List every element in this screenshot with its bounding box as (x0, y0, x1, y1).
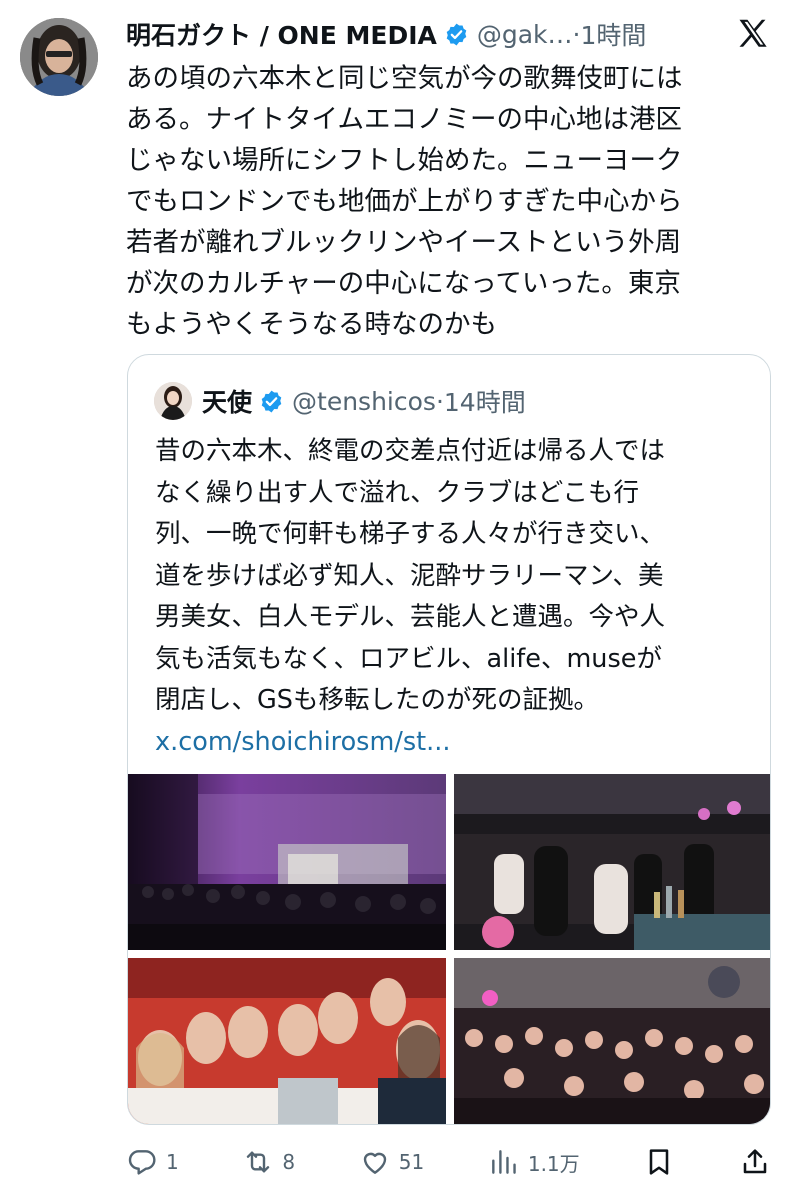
group-selfie-photo (128, 958, 446, 1124)
quoted-text-line: 気も活気もなく、ロアビル、alife、museが (155, 643, 662, 674)
verified-badge-icon (446, 23, 467, 45)
reply-count: 1 (166, 1150, 179, 1174)
bookmark-icon (650, 1149, 669, 1175)
verified-badge-icon (261, 390, 282, 412)
repost-icon (247, 1151, 270, 1173)
separator-dot: · (435, 386, 444, 416)
repost-button[interactable]: 8 (242, 1146, 295, 1178)
media-image-group-selfie[interactable] (128, 958, 446, 1124)
tweet-text-line: でもロンドンでも地価が上がりすぎた中心から (126, 186, 683, 217)
share-button[interactable] (739, 1146, 771, 1178)
quoted-text-line: 道を歩けば必ず知人、泥酔サラリーマン、美 (155, 560, 664, 591)
quoted-tweet-time: 14時間 (443, 388, 526, 417)
x-logo-icon[interactable] (735, 16, 771, 52)
tweet-text-line: あの頃の六本木と同じ空気が今の歌舞伎町には (126, 63, 683, 94)
bookmark-button[interactable] (643, 1146, 675, 1178)
author-handle[interactable]: @gak… (477, 20, 573, 49)
tweet-text: あの頃の六本木と同じ空気が今の歌舞伎町には ある。ナイトタイムエコノミーの中心地… (126, 58, 766, 345)
avatar-image (20, 18, 98, 96)
tweet-text-line: じゃない場所にシフトし始めた。ニューヨーク (126, 145, 683, 176)
quoted-text-line: 列、一晩で何軒も梯子する人々が行き交い、 (155, 519, 666, 549)
club-entrance-photo (128, 774, 446, 950)
quoted-tweet-header: 天使 @tenshicos · 14時間 (154, 379, 526, 423)
separator-dot: · (572, 19, 581, 49)
media-image-club-entrance[interactable] (128, 774, 446, 950)
repost-count: 8 (282, 1150, 296, 1174)
action-bar: 1 8 51 1.1万 (126, 1140, 771, 1184)
tweet-time[interactable]: 1時間 (580, 16, 646, 52)
reply-icon (128, 1150, 156, 1175)
quoted-text-line: 男美女、白人モデル、芸能人と遭遇。今や人 (155, 602, 666, 632)
tweet-text-line: 若者が離れブルックリンやイーストという外周 (126, 227, 682, 258)
media-image-bar-interior[interactable] (454, 774, 770, 950)
tweet-text-line: ある。ナイトタイムエコノミーの中心地は港区 (126, 104, 682, 135)
tweet-text-line: が次のカルチャーの中心になっていった。東京 (126, 268, 681, 299)
quoted-tweet-text: 昔の六本木、終電の交差点付近は帰る人では なく繰り出す人で溢れ、クラブはどこも行… (155, 431, 755, 763)
media-image-dance-floor[interactable] (454, 958, 770, 1124)
quoted-avatar-image (154, 382, 192, 420)
quoted-link[interactable]: x.com/shoichirosm/st... (155, 722, 755, 764)
quoted-text-line: なく繰り出す人で溢れ、クラブはどこも行 (155, 477, 639, 508)
reply-button[interactable]: 1 (126, 1146, 179, 1178)
dance-floor-photo (454, 958, 770, 1124)
heart-icon (363, 1152, 386, 1174)
views-button[interactable]: 1.1万 (488, 1146, 580, 1178)
views-chart-icon (491, 1150, 516, 1174)
author-name[interactable]: 明石ガクト / ONE MEDIA (126, 16, 437, 52)
tweet-text-line: もようやくそうなる時なのかも (126, 309, 497, 340)
quoted-author-name[interactable]: 天使 (202, 383, 252, 419)
share-icon (743, 1149, 767, 1174)
quoted-author-avatar[interactable] (154, 382, 192, 420)
like-count: 51 (398, 1150, 425, 1174)
media-grid (128, 774, 770, 1124)
quoted-text-line: 閉店し、GSも移転したのが死の証拠。 (155, 685, 599, 715)
views-count: 1.1万 (527, 1151, 580, 1176)
bar-interior-photo (454, 774, 770, 950)
quoted-text-line: 昔の六本木、終電の交差点付近は帰る人では (155, 436, 666, 466)
tweet-header: 明石ガクト / ONE MEDIA @gak… · 1時間 (126, 12, 771, 56)
author-avatar[interactable] (20, 18, 98, 96)
like-button[interactable]: 51 (359, 1146, 424, 1178)
quoted-author-handle[interactable]: @tenshicos (292, 387, 436, 416)
quoted-tweet-card[interactable]: 天使 @tenshicos · 14時間 昔の六本木、終電の交差点付近は帰る人で… (127, 354, 771, 1125)
